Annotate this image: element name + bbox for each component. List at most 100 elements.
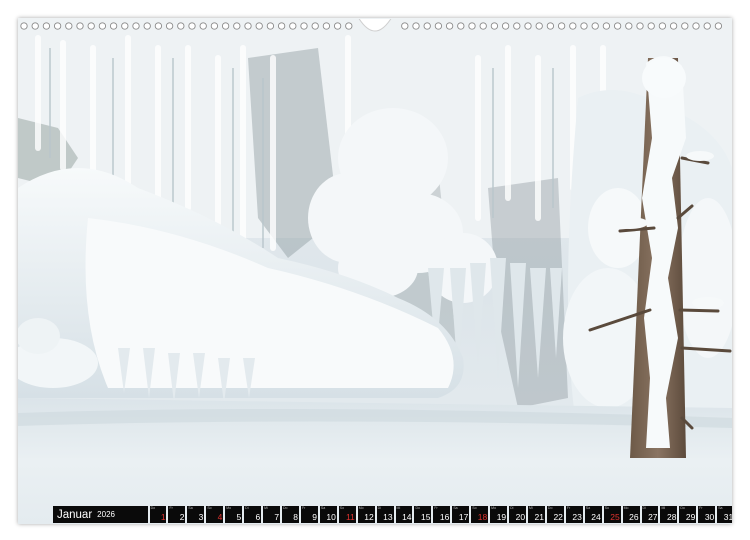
day-number: 11 [345, 512, 355, 522]
day-cell: Sa 10 [319, 506, 337, 523]
day-cell: Sa 3 [187, 506, 205, 523]
weekday-label: Mo [623, 506, 629, 510]
weekday-label: Sa [718, 506, 723, 510]
weekday-label: Sa [188, 506, 193, 510]
day-number: 1 [160, 512, 166, 522]
binding-hole [457, 22, 465, 30]
binding-hole [154, 22, 163, 30]
binding-hole [109, 22, 118, 30]
binding-hole [703, 22, 711, 30]
binding-hole [535, 22, 543, 30]
day-number: 16 [439, 512, 450, 522]
day-number: 4 [217, 512, 223, 522]
binding-hole [490, 22, 499, 30]
binding-hole [65, 22, 73, 30]
day-cell: So 11 [338, 506, 356, 523]
day-number: 13 [383, 512, 393, 522]
weekday-label: Sa [585, 506, 591, 510]
binding-hole [658, 22, 667, 30]
day-number: 28 [666, 512, 677, 522]
day-cell: Mo 26 [622, 506, 640, 523]
binding-hole [143, 22, 151, 30]
weekday-label: Di [245, 506, 249, 510]
binding-hole [221, 22, 230, 30]
day-cell: Mi 14 [395, 506, 413, 523]
binding-hole [210, 22, 219, 30]
weekday-label: Do [283, 506, 288, 510]
day-number: 25 [610, 512, 620, 522]
weekday-label: Fr [169, 506, 173, 510]
day-cell: Fr 9 [300, 506, 318, 523]
binding-hole [233, 22, 241, 30]
day-number: 18 [477, 512, 488, 522]
weekday-label: So [604, 506, 609, 510]
binding-hole [714, 22, 723, 30]
day-cell: Sa 31 [717, 506, 732, 523]
binding-hole [87, 22, 95, 30]
day-number: 15 [421, 512, 431, 522]
weekday-label: So [339, 506, 345, 510]
weekday-label: Do [547, 506, 553, 510]
day-number: 9 [312, 512, 317, 522]
binding-hole [636, 22, 644, 30]
binding-hole [669, 22, 678, 30]
day-number: 24 [591, 512, 601, 522]
binding-hole [177, 22, 185, 30]
binding-hole [546, 22, 555, 30]
binding-hole [412, 22, 420, 30]
day-number: 7 [274, 512, 280, 522]
calendar-day-strip: Januar 2026 Do 1 Fr 2 Sa 3 So 4 Mo 5 Di 6 Mi 7 Do 8 Fr 9 S… [53, 506, 732, 523]
binding-hole [681, 22, 689, 30]
day-cell: Fr 30 [698, 506, 716, 523]
day-number: 19 [496, 512, 507, 522]
month-name: Januar [57, 508, 93, 521]
day-number: 23 [572, 512, 582, 522]
day-number: 31 [723, 512, 732, 522]
spiral-binding [20, 19, 723, 32]
binding-hole [479, 22, 487, 30]
weekday-label: Do [415, 506, 420, 510]
binding-hole [289, 22, 297, 30]
binding-hole [20, 22, 28, 30]
binding-hole [255, 22, 263, 30]
weekday-label: Di [510, 506, 514, 510]
day-cell: Di 13 [376, 506, 394, 523]
day-number: 12 [364, 512, 374, 522]
binding-hole [132, 22, 140, 30]
binding-hole [692, 22, 700, 30]
binding-hole [31, 22, 39, 30]
day-cell: Mi 7 [263, 506, 281, 523]
day-number: 21 [534, 512, 544, 522]
binding-hole [613, 22, 622, 30]
day-cell: Fr 2 [168, 506, 186, 523]
binding-hole [322, 22, 331, 30]
weekday-label: Fr [434, 506, 438, 510]
binding-hole [42, 22, 51, 30]
binding-hole [121, 22, 129, 30]
day-cell: Do 29 [679, 506, 697, 523]
weekday-label: Mi [529, 506, 533, 510]
day-cell: Di 27 [641, 506, 659, 523]
day-number: 20 [515, 512, 526, 522]
binding-hole [76, 22, 84, 30]
binding-hole [591, 22, 599, 30]
binding-hole [647, 22, 655, 30]
weekday-label: Mi [661, 506, 666, 510]
calendar-page: Januar 2026 Do 1 Fr 2 Sa 3 So 4 Mo 5 Di 6 Mi 7 Do 8 Fr 9 S… [18, 18, 732, 524]
day-number: 5 [236, 512, 242, 522]
weekday-label: Mo [491, 506, 497, 510]
day-cell: Mo 12 [357, 506, 375, 523]
binding-hole [98, 22, 107, 30]
day-cell: Do 15 [414, 506, 432, 523]
month-year: 2026 [97, 510, 115, 519]
weekday-label: Mi [264, 506, 268, 510]
day-cell: Do 8 [282, 506, 299, 523]
binding-hole [199, 22, 207, 30]
binding-hole [345, 22, 353, 30]
hanger-notch [358, 19, 392, 32]
weekday-label: Do [680, 506, 685, 510]
weekday-label: Fr [301, 506, 306, 510]
binding-hole [311, 22, 319, 30]
day-cell: Mo 5 [225, 506, 243, 523]
day-cell: Sa 24 [584, 506, 602, 523]
